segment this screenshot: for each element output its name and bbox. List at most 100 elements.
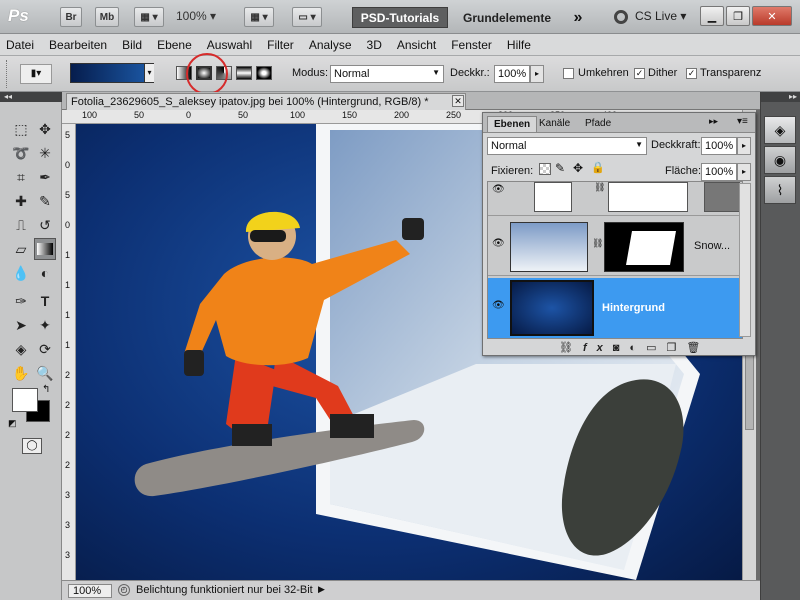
gradient-picker-arrow[interactable]: ▾ bbox=[144, 64, 154, 82]
panel-collapse-icon[interactable]: ▸▸ bbox=[709, 116, 718, 127]
dodge-tool-icon[interactable]: ◐ bbox=[34, 262, 56, 284]
quick-mask-button[interactable]: ◯ bbox=[22, 438, 42, 454]
status-zoom[interactable]: 100% bbox=[68, 584, 112, 598]
workspace-grundelemente[interactable]: Grundelemente bbox=[453, 7, 561, 28]
history-brush-icon[interactable]: ↺ bbox=[34, 214, 56, 236]
layer-row-snow[interactable]: 👁 ⛓ Snow... bbox=[488, 218, 742, 276]
dither-checkbox[interactable]: ✓ bbox=[634, 68, 645, 79]
path-selection-icon[interactable]: ➤ bbox=[10, 314, 32, 336]
group-icon[interactable]: ▭ bbox=[646, 342, 666, 354]
clone-stamp-icon[interactable]: ⎍ bbox=[10, 214, 32, 236]
restore-button[interactable]: ❐ bbox=[726, 6, 750, 26]
lock-transparent-icon[interactable] bbox=[539, 163, 551, 175]
paths-panel-button[interactable]: ⌇ bbox=[764, 176, 796, 204]
tools-collapse-bar[interactable]: ◂◂ bbox=[0, 92, 62, 102]
mode-select[interactable]: Normal ▼ bbox=[330, 65, 444, 83]
adjustment-layer-icon[interactable]: ◐ bbox=[629, 342, 646, 354]
channels-panel-button[interactable]: ◉ bbox=[764, 146, 796, 174]
tab-pfade[interactable]: Pfade bbox=[579, 116, 617, 132]
fx-icon[interactable]: fx bbox=[583, 342, 613, 354]
workspace-psd-tutorials[interactable]: PSD-Tutorials bbox=[352, 7, 448, 28]
lock-position-icon[interactable]: ✥ bbox=[573, 161, 583, 175]
reflected-gradient-button[interactable] bbox=[236, 66, 252, 80]
layers-panel-button[interactable]: ◈ bbox=[764, 116, 796, 144]
zoom-level-select[interactable]: 100% ▾ bbox=[176, 9, 216, 23]
gradient-preview[interactable] bbox=[70, 63, 154, 83]
menu-ebene[interactable]: Ebene bbox=[157, 38, 192, 52]
hand-tool-icon[interactable]: ✋ bbox=[10, 362, 32, 384]
layers-scrollbar[interactable] bbox=[739, 183, 751, 337]
layer-opacity-input[interactable]: 100% bbox=[701, 137, 737, 155]
panel-menu-icon[interactable]: ▾≡ bbox=[737, 116, 748, 127]
trash-icon[interactable]: 🗑 bbox=[686, 342, 710, 354]
menu-hilfe[interactable]: Hilfe bbox=[507, 38, 531, 52]
menu-bearbeiten[interactable]: Bearbeiten bbox=[49, 38, 107, 52]
arrange-documents-button[interactable]: ▦ ▾ bbox=[244, 7, 274, 27]
custom-shape-icon[interactable]: ✦ bbox=[34, 314, 56, 336]
menu-ansicht[interactable]: Ansicht bbox=[397, 38, 436, 52]
tab-ebenen[interactable]: Ebenen bbox=[487, 116, 538, 132]
menu-filter[interactable]: Filter bbox=[267, 38, 294, 52]
blur-tool-icon[interactable]: 💧 bbox=[10, 262, 32, 284]
3d-orbit-icon[interactable]: ⟳ bbox=[34, 338, 56, 360]
brush-tool-icon[interactable]: ✎ bbox=[34, 190, 56, 212]
layer-opacity-slider[interactable]: ▸ bbox=[737, 137, 751, 155]
magic-wand-icon[interactable]: ✳ bbox=[34, 142, 56, 164]
options-grip[interactable] bbox=[6, 60, 9, 88]
cslive-menu[interactable]: CS Live ▾ bbox=[635, 9, 686, 23]
gradient-tool-icon[interactable] bbox=[34, 238, 56, 260]
eyedropper-tool-icon[interactable]: ✒ bbox=[34, 166, 56, 188]
opacity-input[interactable]: 100% bbox=[494, 65, 530, 83]
opacity-slider-button[interactable]: ▸ bbox=[530, 65, 544, 83]
close-document-icon[interactable]: ✕ bbox=[452, 95, 464, 107]
tool-preset-picker[interactable]: ▮▾ bbox=[20, 64, 52, 84]
document-tab[interactable]: Fotolia_23629605_S_aleksey ipatov.jpg be… bbox=[66, 93, 466, 110]
type-tool-icon[interactable]: T bbox=[34, 290, 56, 312]
menu-fenster[interactable]: Fenster bbox=[451, 38, 492, 52]
reverse-checkbox[interactable] bbox=[563, 68, 574, 79]
eraser-tool-icon[interactable]: ▱ bbox=[10, 238, 32, 260]
marquee-tool-icon[interactable]: ⬚ bbox=[10, 118, 32, 140]
menu-3d[interactable]: 3D bbox=[367, 38, 382, 52]
lock-pixels-icon[interactable]: ✎ bbox=[555, 161, 565, 175]
zoom-tool-icon[interactable]: 🔍 bbox=[34, 362, 56, 384]
tab-kanaele[interactable]: Kanäle bbox=[533, 116, 576, 132]
move-tool-icon[interactable]: ✥ bbox=[34, 118, 56, 140]
transparency-checkbox[interactable]: ✓ bbox=[686, 68, 697, 79]
menu-analyse[interactable]: Analyse bbox=[309, 38, 352, 52]
more-workspaces-button[interactable]: » bbox=[566, 7, 590, 28]
minimize-button[interactable]: ▁ bbox=[700, 6, 724, 26]
diamond-gradient-button[interactable] bbox=[256, 66, 272, 80]
ruler-v-label: 2 bbox=[65, 400, 71, 410]
eye-icon[interactable]: 👁 bbox=[492, 300, 506, 314]
fill-slider[interactable]: ▸ bbox=[737, 163, 751, 181]
screen-mode-button[interactable]: ▭ ▾ bbox=[292, 7, 322, 27]
pen-tool-icon[interactable]: ✑ bbox=[10, 290, 32, 312]
menu-auswahl[interactable]: Auswahl bbox=[207, 38, 252, 52]
bridge-button[interactable]: Br bbox=[60, 7, 82, 27]
lock-all-icon[interactable]: 🔒 bbox=[591, 161, 605, 174]
crop-tool-icon[interactable]: ⌗ bbox=[10, 166, 32, 188]
new-layer-icon[interactable]: ❐ bbox=[666, 342, 686, 354]
eye-icon[interactable]: 👁 bbox=[492, 238, 506, 252]
menu-bild[interactable]: Bild bbox=[122, 38, 142, 52]
foreground-color-swatch[interactable] bbox=[12, 388, 38, 412]
mask-icon[interactable]: ◙ bbox=[613, 342, 630, 354]
swap-colors-icon[interactable]: ↰ bbox=[42, 384, 50, 395]
lasso-tool-icon[interactable]: ➰ bbox=[10, 142, 32, 164]
healing-brush-icon[interactable]: ✚ bbox=[10, 190, 32, 212]
layer-row[interactable]: 👁 ⛓ bbox=[488, 182, 742, 216]
minibridge-button[interactable]: Mb bbox=[95, 7, 119, 27]
layer-row-hintergrund[interactable]: 👁 Hintergrund bbox=[488, 278, 742, 338]
fill-input[interactable]: 100% bbox=[701, 163, 737, 181]
link-layers-icon[interactable]: ⛓ bbox=[559, 342, 583, 354]
default-colors-icon[interactable]: ◩ bbox=[8, 418, 17, 429]
eye-icon[interactable]: 👁 bbox=[492, 184, 506, 198]
menu-datei[interactable]: Datei bbox=[6, 38, 34, 52]
close-button[interactable]: ✕ bbox=[752, 6, 792, 26]
view-extras-button[interactable]: ▦ ▾ bbox=[134, 7, 164, 27]
layer-blend-mode-select[interactable]: Normal ▼ bbox=[487, 137, 647, 155]
status-arrow-icon[interactable]: ▶ bbox=[318, 584, 325, 595]
3d-rotate-icon[interactable]: ◈ bbox=[10, 338, 32, 360]
dock-expand-bar[interactable]: ▸▸ bbox=[761, 92, 800, 102]
